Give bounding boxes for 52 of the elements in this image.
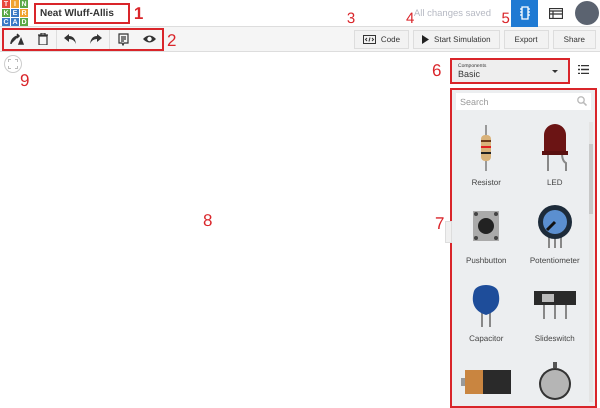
callout-number: 6 <box>432 62 442 79</box>
canvas[interactable]: 9 8 <box>0 52 430 408</box>
caret-icon <box>552 70 558 72</box>
chip-icon <box>520 6 530 20</box>
component-label: Capacitor <box>469 334 504 343</box>
action-button[interactable]: Share <box>552 30 596 48</box>
trash-icon <box>38 33 48 45</box>
slideswitch-icon <box>534 289 576 319</box>
search-field[interactable]: Search <box>456 93 591 110</box>
list-view-button[interactable] <box>578 64 589 74</box>
component-tile[interactable]: Potentiometer <box>520 192 589 270</box>
component-tile[interactable]: Resistor <box>452 114 520 192</box>
callout-number: 9 <box>20 72 30 89</box>
resistor-icon <box>479 125 494 171</box>
component-label: Resistor <box>472 178 501 187</box>
led-icon <box>542 123 568 173</box>
component-tile[interactable]: Slideswitch <box>520 270 589 348</box>
callout-number: 7 <box>435 215 444 232</box>
redo-icon <box>90 34 102 44</box>
eye-icon <box>142 34 156 44</box>
callout-number: 8 <box>203 212 212 229</box>
rotate-icon <box>10 33 24 45</box>
component-label: LED <box>546 178 563 187</box>
component-tile[interactable]: Pushbutton <box>452 192 520 270</box>
note-icon <box>118 32 128 46</box>
callout-number: 3 <box>346 10 356 26</box>
pushbutton-icon <box>471 208 502 244</box>
component-tile[interactable]: LED <box>520 114 589 192</box>
undo-icon <box>64 34 76 44</box>
callout-number: 2 <box>167 32 176 48</box>
battery-icon <box>461 370 512 394</box>
table-icon <box>548 8 562 18</box>
collapse-handle[interactable] <box>445 221 452 243</box>
component-label: Pushbutton <box>466 256 506 265</box>
coin-cell-icon <box>538 362 572 402</box>
avatar[interactable] <box>575 1 599 25</box>
fit-view-icon <box>8 59 18 69</box>
list-icon <box>578 64 589 74</box>
callout-number: 5 <box>502 10 510 26</box>
code-icon <box>362 34 376 44</box>
save-status: All changes saved <box>414 8 491 19</box>
component-tile[interactable]: Capacitor <box>452 270 520 348</box>
callout-number: 1 <box>134 4 144 22</box>
callout-number: 4 <box>406 10 414 26</box>
component-label: Slideswitch <box>534 334 575 343</box>
circuit-view-button[interactable] <box>511 0 538 26</box>
play-icon <box>422 34 430 44</box>
dropdown-value: Basic <box>458 68 480 78</box>
project-title[interactable]: Neat Wluff-Allis <box>40 8 114 18</box>
potentiometer-icon <box>536 204 573 248</box>
component-label: Potentiometer <box>530 256 580 265</box>
search-icon <box>577 96 587 106</box>
